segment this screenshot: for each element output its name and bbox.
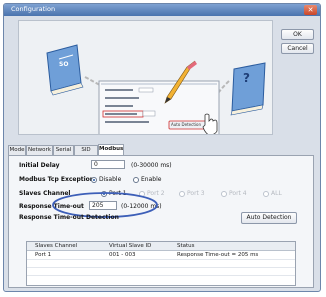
tab-network[interactable]: Network: [26, 145, 53, 155]
ok-button[interactable]: OK: [281, 29, 314, 40]
left-book-icon: [46, 44, 84, 96]
right-book-text: ?: [243, 71, 250, 85]
table-cell-status: Response Time-out = 205 ms: [177, 252, 259, 258]
tab-sid-map[interactable]: SID Map: [74, 145, 98, 162]
table-row-divider: [27, 267, 295, 268]
auto-detection-button[interactable]: Auto Detection: [241, 212, 297, 224]
slaves-channel-port4-label: Port 4: [229, 190, 247, 197]
table-row-divider: [27, 259, 295, 260]
window-title: Configuration: [11, 5, 56, 13]
configuration-window: Configuration ✕ OK Cancel SO ? Auto Dete…: [3, 3, 321, 292]
initial-delay-label: Initial Delay: [19, 162, 60, 169]
left-book-text: SO: [59, 61, 69, 68]
modbus-panel: Initial Delay 0 (0-30000 ms) Modbus Tcp …: [8, 155, 314, 288]
title-bar: Configuration ✕: [4, 4, 320, 16]
response-timeout-detection-label: Response Time-out Detection: [19, 214, 119, 221]
column-header-slaves-channel: Slaves Channel: [35, 243, 78, 249]
slaves-channel-all-label: ALL: [271, 190, 282, 197]
illustration-panel: SO ? Auto Detection: [18, 20, 273, 135]
table-cell-channel: Port 1: [35, 252, 52, 258]
tcp-exception-label: Modbus Tcp Exception: [19, 176, 95, 183]
tab-serial[interactable]: Serial: [53, 145, 74, 155]
tab-modbus[interactable]: Modbus: [98, 144, 124, 155]
table-cell-slave-id: 001 - 003: [109, 252, 136, 258]
table-row-divider: [27, 275, 295, 276]
column-header-virtual-slave-id: Virtual Slave ID: [109, 243, 152, 249]
column-header-status: Status: [177, 243, 195, 249]
slaves-channel-all-radio[interactable]: [263, 191, 269, 197]
slaves-channel-port3-label: Port 3: [187, 190, 205, 197]
tcp-exception-disable-radio[interactable]: [91, 177, 97, 183]
slaves-channel-port4-radio[interactable]: [221, 191, 227, 197]
tcp-exception-enable-label: Enable: [141, 176, 162, 183]
tcp-exception-enable-radio[interactable]: [133, 177, 139, 183]
tcp-exception-disable-label: Disable: [99, 176, 122, 183]
slaves-channel-port3-radio[interactable]: [179, 191, 185, 197]
mini-auto-detection-label: Auto Detection: [171, 122, 201, 127]
slaves-table: Slaves Channel Virtual Slave ID Status P…: [26, 241, 296, 286]
initial-delay-unit: (0-30000 ms): [131, 162, 172, 169]
close-button[interactable]: ✕: [304, 5, 317, 15]
initial-delay-input[interactable]: 0: [91, 160, 125, 169]
tab-mode[interactable]: Mode: [8, 145, 26, 155]
cancel-button[interactable]: Cancel: [281, 43, 314, 54]
illustration-graphic: [46, 44, 266, 134]
mini-dialog: [98, 80, 220, 134]
